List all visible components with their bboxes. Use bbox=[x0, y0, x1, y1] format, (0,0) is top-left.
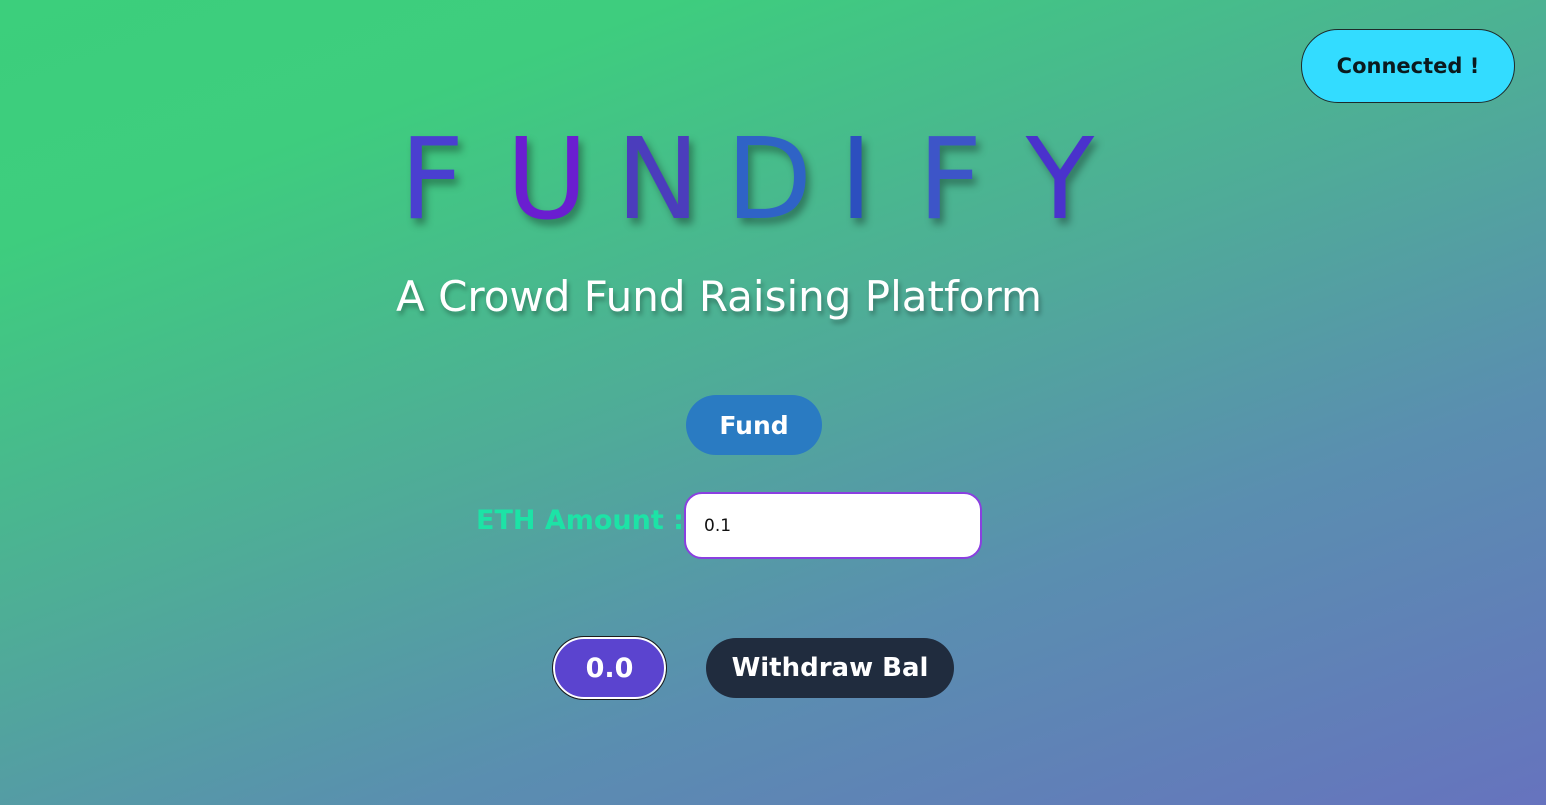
fund-button[interactable]: Fund bbox=[686, 395, 822, 455]
eth-amount-input[interactable] bbox=[684, 492, 982, 559]
page-tagline: A Crowd Fund Raising Platform bbox=[396, 272, 1042, 321]
eth-amount-label: ETH Amount : bbox=[476, 505, 684, 536]
brand-letter: N bbox=[616, 115, 700, 245]
brand-letter: Y bbox=[1025, 115, 1095, 245]
withdraw-balance-button[interactable]: Withdraw Bal bbox=[706, 638, 954, 698]
connect-wallet-button[interactable]: Connected ! bbox=[1301, 29, 1515, 103]
brand-letter: F bbox=[399, 115, 465, 245]
brand-letter: F bbox=[917, 115, 983, 245]
brand-letter: I bbox=[839, 115, 873, 245]
brand-letter: U bbox=[506, 115, 588, 245]
balance-button[interactable]: 0.0 bbox=[552, 636, 667, 700]
brand-logo: F U N D I F Y bbox=[396, 120, 1096, 240]
brand-letter: D bbox=[726, 115, 813, 245]
